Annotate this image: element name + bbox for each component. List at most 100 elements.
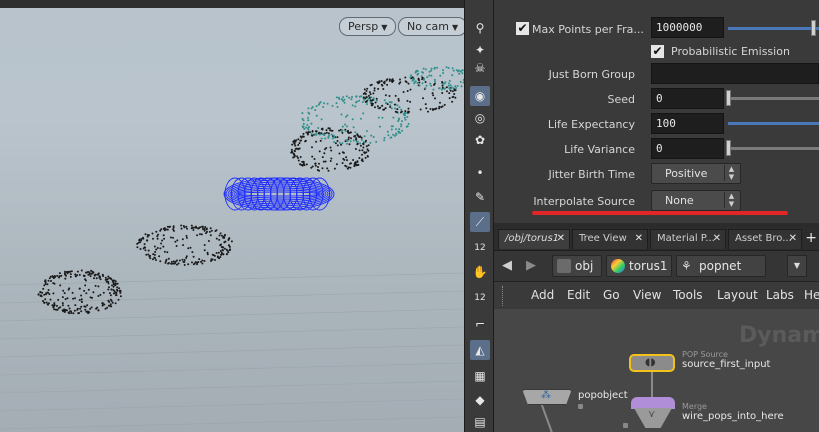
life-expectancy-field[interactable]: 100 <box>651 113 724 134</box>
node-icon: ⁂ <box>541 390 551 401</box>
max-points-checkbox[interactable]: ✔ <box>516 22 529 35</box>
particle-dot <box>382 81 385 84</box>
menu-labs[interactable]: Labs <box>766 288 794 302</box>
wire[interactable] <box>540 404 554 432</box>
menu-view[interactable]: View <box>633 288 661 302</box>
max-points-slider-handle[interactable] <box>811 20 816 36</box>
close-icon[interactable]: ✕ <box>713 230 721 248</box>
seed-slider[interactable] <box>728 97 819 100</box>
flower-icon[interactable]: ✿ <box>470 130 490 150</box>
menu-edit[interactable]: Edit <box>567 288 590 302</box>
camera-menu-button[interactable]: No cam ▼ <box>398 17 464 36</box>
particle-dot <box>424 81 427 83</box>
paint-icon[interactable]: ⟋ <box>470 212 490 232</box>
particle-dot <box>432 88 435 91</box>
interpolate-source-label: Interpolate Source <box>533 195 635 208</box>
life-variance-slider[interactable] <box>728 147 819 150</box>
pop-source-node[interactable]: ◖◗ <box>629 354 675 372</box>
particle-dot <box>373 89 376 92</box>
tab-material-palette[interactable]: Material P... ✕ <box>650 229 726 249</box>
skull-icon[interactable]: ☠ <box>470 58 490 78</box>
seed-slider-handle[interactable] <box>726 90 731 106</box>
popobject-node[interactable]: ⁂ <box>522 389 572 405</box>
particle-dot <box>374 101 377 104</box>
close-icon[interactable]: ✕ <box>635 230 643 248</box>
merge-node[interactable]: ⋎ <box>634 408 672 428</box>
checker-icon[interactable]: ▦ <box>470 366 490 386</box>
just-born-group-field[interactable] <box>651 63 819 84</box>
breadcrumb-obj[interactable]: obj <box>552 255 602 277</box>
breadcrumb-popnet[interactable]: ⚘ popnet <box>676 255 766 277</box>
tab-tree-view[interactable]: Tree View ✕ <box>572 229 648 249</box>
particle-dot <box>294 148 297 150</box>
particle-dot <box>444 87 446 90</box>
menu-go[interactable]: Go <box>603 288 620 302</box>
snap-icon[interactable]: ⚲ <box>470 18 490 38</box>
particle-dot <box>297 159 300 162</box>
particle-dot <box>362 101 364 103</box>
particle-dot <box>331 104 334 107</box>
particle-dot <box>325 131 328 134</box>
tab-obj-torus1[interactable]: /obj/torus1 ✕ <box>498 229 570 249</box>
tab-asset-browser[interactable]: Asset Bro... ✕ <box>728 229 802 249</box>
particle-dot <box>392 79 395 82</box>
pin-icon[interactable]: ✦ <box>470 40 490 60</box>
menu-help[interactable]: He <box>804 288 819 302</box>
particle-dot <box>434 97 436 100</box>
perspective-menu-button[interactable]: Persp ▼ <box>339 17 397 36</box>
life-variance-field[interactable]: 0 <box>651 138 724 159</box>
particle-dot <box>169 225 171 228</box>
merge-node-input-bar[interactable] <box>631 397 675 409</box>
particle-dot <box>315 132 318 135</box>
particle-dot <box>419 108 422 111</box>
menu-layout[interactable]: Layout <box>717 288 758 302</box>
particle-dot <box>368 96 371 99</box>
diamond-icon[interactable]: ◆ <box>470 390 490 410</box>
jitter-birth-time-menu[interactable]: Positive ▲ ▼ <box>651 163 741 184</box>
max-points-field[interactable]: 1000000 <box>651 17 724 38</box>
network-editor[interactable]: Dynam ◖◗ POP Source source_first_input ⁂… <box>494 309 819 432</box>
particle-dot <box>112 280 114 283</box>
wire[interactable] <box>651 371 653 397</box>
number-12b-icon[interactable]: 12 <box>470 288 490 308</box>
eye-icon[interactable]: ◎ <box>470 108 490 128</box>
brush-icon[interactable]: ✎ <box>470 187 490 207</box>
particle-dot <box>109 294 112 297</box>
particle-dot <box>207 240 210 242</box>
max-points-slider[interactable] <box>728 27 819 30</box>
menu-add[interactable]: Add <box>531 288 554 302</box>
obj-network-icon <box>557 259 571 273</box>
breadcrumb-torus1[interactable]: torus1 <box>606 255 672 277</box>
stack-icon[interactable]: ▤ <box>470 412 490 432</box>
corner-icon[interactable]: ⌐ <box>470 314 490 334</box>
life-variance-slider-handle[interactable] <box>726 140 731 156</box>
life-expectancy-slider[interactable] <box>728 122 819 125</box>
particle-dot <box>222 246 225 249</box>
back-arrow-icon[interactable]: ◀ <box>502 258 512 273</box>
number-12-icon[interactable]: 12 <box>470 238 490 258</box>
menu-tools[interactable]: Tools <box>673 288 703 302</box>
particle-dot <box>170 262 173 265</box>
particle-dot <box>156 235 159 238</box>
3d-viewport[interactable]: Persp ▼ No cam ▼ <box>0 0 464 432</box>
pop-source-name: source_first_input <box>682 359 771 370</box>
particle-dot <box>305 163 308 166</box>
close-icon[interactable]: ✕ <box>789 230 797 248</box>
probabilistic-emission-checkbox[interactable]: ✔ <box>651 45 664 58</box>
camera-view-icon[interactable]: ◉ <box>470 86 490 106</box>
add-tab-icon[interactable]: + <box>805 230 817 246</box>
particle-dot <box>418 79 420 82</box>
particle-dot <box>442 69 444 72</box>
seed-field[interactable]: 0 <box>651 88 724 109</box>
hand-icon[interactable]: ✋ <box>470 262 490 282</box>
shield-icon[interactable]: ◭ <box>470 340 490 360</box>
particle-dot <box>399 81 402 84</box>
forward-arrow-icon[interactable]: ▶ <box>526 258 536 273</box>
path-dropdown-icon[interactable]: ▼ <box>787 255 807 277</box>
interpolate-source-menu[interactable]: None ▲ ▼ <box>651 190 741 211</box>
particle-dot <box>364 156 367 159</box>
particle-dot <box>66 309 68 312</box>
dot-icon[interactable]: • <box>470 163 490 183</box>
close-icon[interactable]: ✕ <box>557 230 565 248</box>
particle-dot <box>153 256 156 259</box>
